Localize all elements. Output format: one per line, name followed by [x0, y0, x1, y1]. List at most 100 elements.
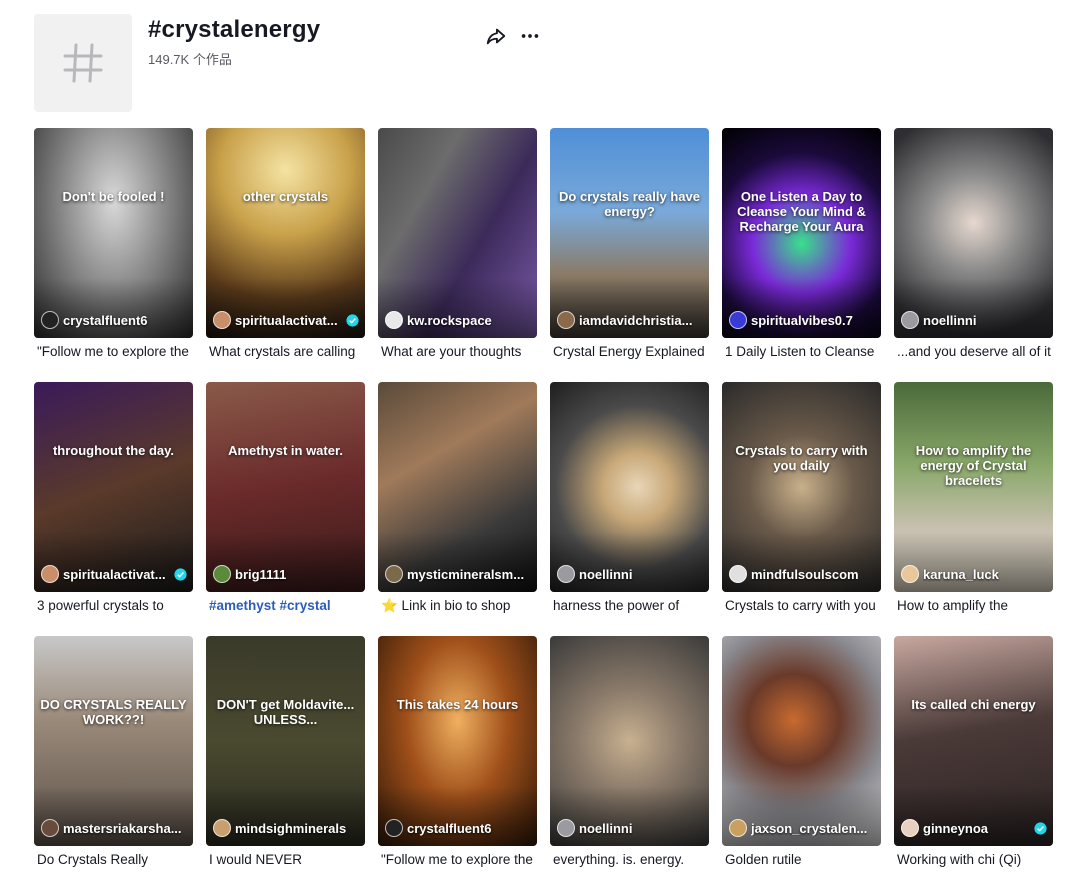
video-thumbnail[interactable]: noellinni	[550, 382, 709, 592]
video-card[interactable]: other crystals spiritualactivat... What cr…	[206, 128, 365, 382]
author-info[interactable]: spiritualactivat...	[213, 310, 359, 330]
share-button[interactable]	[484, 24, 508, 48]
author-info[interactable]: iamdavidchristia...	[557, 310, 703, 330]
video-thumbnail[interactable]: mysticmineralsm...	[378, 382, 537, 592]
video-thumbnail[interactable]: jaxson_crystalen...	[722, 636, 881, 846]
author-avatar[interactable]	[41, 311, 59, 329]
video-card[interactable]: This takes 24 hours crystalfluent6 "Follow…	[378, 636, 537, 890]
video-card[interactable]: jaxson_crystalen... Golden rutile	[722, 636, 881, 890]
video-card[interactable]: kw.rockspace What are your thoughts	[378, 128, 537, 382]
video-card[interactable]: How to amplify the energy of Crystal bra…	[894, 382, 1053, 636]
author-name[interactable]: brig1111	[235, 567, 359, 582]
author-name[interactable]: karuna_luck	[923, 567, 1047, 582]
author-info[interactable]: kw.rockspace	[385, 310, 531, 330]
author-info[interactable]: mindfulsoulscom	[729, 564, 875, 584]
author-name[interactable]: iamdavidchristia...	[579, 313, 703, 328]
video-card[interactable]: throughout the day. spiritualactivat... 3 …	[34, 382, 193, 636]
video-caption[interactable]: Golden rutile	[725, 852, 881, 867]
more-button[interactable]	[518, 24, 542, 48]
video-caption[interactable]: How to amplify the	[897, 598, 1053, 613]
author-name[interactable]: noellinni	[579, 567, 703, 582]
video-caption[interactable]: I would NEVER	[209, 852, 365, 867]
video-card[interactable]: Amethyst in water. brig1111 #amethyst #cry…	[206, 382, 365, 636]
video-caption[interactable]: ⭐ Link in bio to shop	[381, 598, 537, 614]
video-thumbnail[interactable]: kw.rockspace	[378, 128, 537, 338]
video-caption[interactable]: harness the power of	[553, 598, 709, 613]
author-name[interactable]: mindfulsoulscom	[751, 567, 875, 582]
video-card[interactable]: mysticmineralsm... ⭐ Link in bio to shop	[378, 382, 537, 636]
video-caption[interactable]: Crystal Energy Explained	[553, 344, 709, 359]
author-name[interactable]: spiritualactivat...	[235, 313, 342, 328]
author-name[interactable]: kw.rockspace	[407, 313, 531, 328]
video-thumbnail[interactable]: Crystals to carry with you daily mindfuls…	[722, 382, 881, 592]
author-info[interactable]: karuna_luck	[901, 564, 1047, 584]
author-avatar[interactable]	[213, 565, 231, 583]
author-info[interactable]: noellinni	[901, 310, 1047, 330]
author-avatar[interactable]	[557, 565, 575, 583]
author-name[interactable]: crystalfluent6	[63, 313, 187, 328]
video-thumbnail[interactable]: Do crystals really have energy? iamdavidc…	[550, 128, 709, 338]
author-name[interactable]: mysticmineralsm...	[407, 567, 531, 582]
video-caption[interactable]: "Follow me to explore the	[381, 852, 537, 867]
video-thumbnail[interactable]: One Listen a Day to Cleanse Your Mind & …	[722, 128, 881, 338]
author-avatar[interactable]	[729, 311, 747, 329]
video-card[interactable]: DO CRYSTALS REALLY WORK??! mastersriakars…	[34, 636, 193, 890]
video-card[interactable]: noellinni everything. is. energy.	[550, 636, 709, 890]
video-caption[interactable]: 3 powerful crystals to	[37, 598, 193, 613]
author-info[interactable]: crystalfluent6	[41, 310, 187, 330]
video-caption[interactable]: What are your thoughts	[381, 344, 537, 359]
video-thumbnail[interactable]: DO CRYSTALS REALLY WORK??! mastersriakars…	[34, 636, 193, 846]
author-info[interactable]: mastersriakarsha...	[41, 818, 187, 838]
author-info[interactable]: mindsighminerals	[213, 818, 359, 838]
author-info[interactable]: noellinni	[557, 818, 703, 838]
video-card[interactable]: Don't be fooled ! crystalfluent6 "Follow m…	[34, 128, 193, 382]
video-card[interactable]: noellinni harness the power of	[550, 382, 709, 636]
video-thumbnail[interactable]: noellinni	[894, 128, 1053, 338]
video-card[interactable]: One Listen a Day to Cleanse Your Mind & …	[722, 128, 881, 382]
video-thumbnail[interactable]: other crystals spiritualactivat...	[206, 128, 365, 338]
author-avatar[interactable]	[729, 565, 747, 583]
author-name[interactable]: crystalfluent6	[407, 821, 531, 836]
author-info[interactable]: jaxson_crystalen...	[729, 818, 875, 838]
video-thumbnail[interactable]: DON'T get Moldavite... UNLESS... mindsigh…	[206, 636, 365, 846]
author-info[interactable]: mysticmineralsm...	[385, 564, 531, 584]
video-caption[interactable]: "Follow me to explore the	[37, 344, 193, 359]
author-name[interactable]: mastersriakarsha...	[63, 821, 187, 836]
video-caption[interactable]: ...and you deserve all of it	[897, 344, 1053, 359]
author-info[interactable]: brig1111	[213, 564, 359, 584]
author-info[interactable]: spiritualactivat...	[41, 564, 187, 584]
video-thumbnail[interactable]: Amethyst in water. brig1111	[206, 382, 365, 592]
author-avatar[interactable]	[385, 819, 403, 837]
author-info[interactable]: crystalfluent6	[385, 818, 531, 838]
author-avatar[interactable]	[213, 819, 231, 837]
author-avatar[interactable]	[385, 311, 403, 329]
video-caption[interactable]: everything. is. energy.	[553, 852, 709, 867]
author-info[interactable]: noellinni	[557, 564, 703, 584]
author-avatar[interactable]	[41, 819, 59, 837]
video-caption[interactable]: Crystals to carry with you	[725, 598, 881, 613]
author-avatar[interactable]	[901, 311, 919, 329]
author-name[interactable]: noellinni	[579, 821, 703, 836]
author-avatar[interactable]	[213, 311, 231, 329]
author-name[interactable]: noellinni	[923, 313, 1047, 328]
author-avatar[interactable]	[41, 565, 59, 583]
author-name[interactable]: spiritualvibes0.7	[751, 313, 875, 328]
video-thumbnail[interactable]: noellinni	[550, 636, 709, 846]
author-avatar[interactable]	[557, 819, 575, 837]
video-thumbnail[interactable]: throughout the day. spiritualactivat...	[34, 382, 193, 592]
author-avatar[interactable]	[557, 311, 575, 329]
author-name[interactable]: spiritualactivat...	[63, 567, 170, 582]
author-name[interactable]: ginneynoa	[923, 821, 1030, 836]
author-avatar[interactable]	[385, 565, 403, 583]
author-avatar[interactable]	[901, 819, 919, 837]
author-name[interactable]: mindsighminerals	[235, 821, 359, 836]
video-thumbnail[interactable]: This takes 24 hours crystalfluent6	[378, 636, 537, 846]
video-caption[interactable]: Working with chi (Qi)	[897, 852, 1053, 867]
video-card[interactable]: Do crystals really have energy? iamdavidc…	[550, 128, 709, 382]
video-card[interactable]: noellinni ...and you deserve all of it	[894, 128, 1053, 382]
video-caption[interactable]: #amethyst #crystal	[209, 598, 365, 613]
video-card[interactable]: DON'T get Moldavite... UNLESS... mindsigh…	[206, 636, 365, 890]
author-info[interactable]: ginneynoa	[901, 818, 1047, 838]
video-card[interactable]: Its called chi energy ginneynoa Working wi…	[894, 636, 1053, 890]
author-avatar[interactable]	[729, 819, 747, 837]
